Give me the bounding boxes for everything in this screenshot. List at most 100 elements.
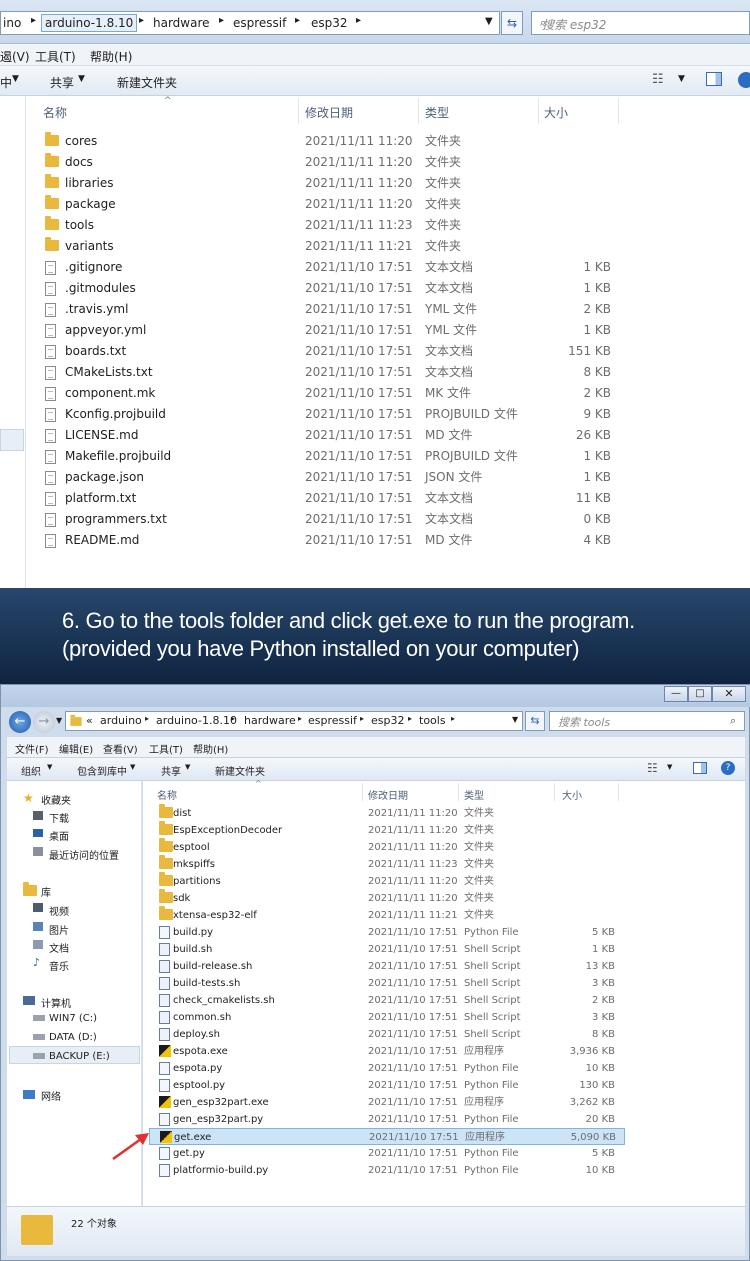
nav-drive-c[interactable]: WIN7 (C:) [49,1013,97,1024]
file-row[interactable]: package.json 2021/11/10 17:51 JSON 文件 1 KB [27,467,750,488]
top-address-bar[interactable]: ino ▸ arduino-1.8.10 ▸ hardware ▸ espres… [0,11,500,35]
bottom-crumb-3[interactable]: hardware [244,714,296,727]
nav-videos[interactable]: 视频 [49,903,69,918]
file-row[interactable]: platform.txt 2021/11/10 17:51 文本文档 11 KB [27,488,750,509]
file-row[interactable]: platformio-build.py 2021/11/10 17:51 Pytho… [143,1162,745,1179]
bottom-view-list-icon[interactable]: ☷ [647,761,658,775]
top-new-folder-button[interactable]: 新建文件夹 [117,74,177,91]
bottom-share-button[interactable]: 共享 [161,763,181,778]
top-menu-tools[interactable]: 工具(T) [35,48,76,65]
nav-pictures[interactable]: 图片 [49,922,69,937]
top-crumb-1[interactable]: arduino-1.8.10 [41,14,138,32]
nav-recent[interactable]: 最近访问的位置 [49,847,119,862]
nav-favorites[interactable]: 收藏夹 [41,792,71,807]
top-col-date[interactable]: 修改日期 [305,104,353,121]
nav-downloads[interactable]: 下载 [49,810,69,825]
bottom-col-date[interactable]: 修改日期 [368,787,408,802]
file-row[interactable]: .gitmodules 2021/11/10 17:51 文本文档 1 KB [27,278,750,299]
top-crumb-0[interactable]: ino [3,16,21,30]
top-nav-selected[interactable] [0,429,24,451]
nav-computer[interactable]: 计算机 [41,995,71,1010]
file-row[interactable]: Kconfig.projbuild 2021/11/10 17:51 PROJBUI… [27,404,750,425]
bottom-new-folder-button[interactable]: 新建文件夹 [215,763,265,778]
file-row[interactable]: .gitignore 2021/11/10 17:51 文本文档 1 KB [27,257,750,278]
maximize-button[interactable]: □ [688,686,712,702]
file-row[interactable]: tools 2021/11/11 11:23 文件夹 [27,215,750,236]
top-col-name[interactable]: 名称 [43,104,67,121]
file-row[interactable]: common.sh 2021/11/10 17:51 Shell Script 3 K… [143,1009,745,1026]
file-row[interactable]: build-tests.sh 2021/11/10 17:51 Shell Scri… [143,975,745,992]
bottom-crumb-6[interactable]: tools [419,714,446,727]
bottom-crumb-4[interactable]: espressif [308,714,357,727]
nav-drive-e[interactable]: BACKUP (E:) [49,1051,110,1062]
preview-pane-icon[interactable] [706,72,722,86]
file-row[interactable]: package 2021/11/11 11:20 文件夹 [27,194,750,215]
file-row[interactable]: dist 2021/11/11 11:20 文件夹 [143,804,745,822]
back-button[interactable]: ← [9,711,31,733]
file-row[interactable]: README.md 2021/11/10 17:51 MD 文件 4 KB [27,530,750,551]
nav-drive-d[interactable]: DATA (D:) [49,1032,97,1043]
bottom-crumb-5[interactable]: esp32 [371,714,404,727]
file-row[interactable]: get.py 2021/11/10 17:51 Python File 5 KB [143,1145,745,1162]
nav-libraries[interactable]: 库 [41,884,51,899]
bottom-address-chevron-icon[interactable]: ▼ [512,715,518,724]
bottom-crumb-0[interactable]: « [86,714,93,727]
close-button[interactable]: ✕ [712,686,746,702]
file-row[interactable]: programmers.txt 2021/11/10 17:51 文本文档 0 KB [27,509,750,530]
bottom-crumb-1[interactable]: arduino [100,714,142,727]
file-row[interactable]: EspExceptionDecoder 2021/11/11 11:20 文件夹 [143,821,745,839]
top-col-type[interactable]: 类型 [425,104,449,121]
file-row[interactable]: component.mk 2021/11/10 17:51 MK 文件 2 KB [27,383,750,404]
file-row[interactable]: deploy.sh 2021/11/10 17:51 Shell Script 8 K… [143,1026,745,1043]
bottom-view-chevron-icon[interactable]: ▼ [667,763,672,771]
file-row[interactable]: appveyor.yml 2021/11/10 17:51 YML 文件 1 KB [27,320,750,341]
menu-help[interactable]: 帮助(H) [193,741,228,756]
include-library-button[interactable]: 包含到库中 [77,763,127,778]
file-row[interactable]: build.py 2021/11/10 17:51 Python File 5 KB [143,924,745,941]
bottom-col-name[interactable]: 名称 [157,787,177,802]
top-menu-help[interactable]: 帮助(H) [90,48,132,65]
minimize-button[interactable]: — [664,686,688,702]
file-row[interactable]: CMakeLists.txt 2021/11/10 17:51 文本文档 8 KB [27,362,750,383]
file-row[interactable]: partitions 2021/11/11 11:20 文件夹 [143,872,745,890]
view-chevron-icon[interactable]: ▼ [678,74,685,84]
bottom-col-size[interactable]: 大小 [562,787,582,802]
top-share-button[interactable]: 共享 [50,74,74,91]
menu-view[interactable]: 查看(V) [103,741,138,756]
nav-history-chevron-icon[interactable]: ▼ [56,716,62,725]
bottom-search-box[interactable]: 搜索 tools ⌕ [549,711,745,731]
file-row[interactable]: docs 2021/11/11 11:20 文件夹 [27,152,750,173]
file-row[interactable]: build.sh 2021/11/10 17:51 Shell Script 1 KB [143,941,745,958]
menu-file[interactable]: 文件(F) [15,741,49,756]
nav-documents[interactable]: 文档 [49,940,69,955]
top-crumb-2[interactable]: hardware [153,16,210,30]
file-row[interactable]: LICENSE.md 2021/11/10 17:51 MD 文件 26 KB [27,425,750,446]
top-crumb-3[interactable]: espressif [233,16,286,30]
file-row[interactable]: gen_esp32part.exe 2021/11/10 17:51 应用程序 3,2… [143,1094,745,1111]
file-row[interactable]: libraries 2021/11/11 11:20 文件夹 [27,173,750,194]
file-row[interactable]: sdk 2021/11/11 11:20 文件夹 [143,889,745,907]
nav-desktop[interactable]: 桌面 [49,828,69,843]
forward-button[interactable]: → [33,711,55,733]
menu-tools[interactable]: 工具(T) [149,741,183,756]
nav-music[interactable]: 音乐 [49,958,69,973]
file-row[interactable]: cores 2021/11/11 11:20 文件夹 [27,131,750,152]
file-row[interactable]: espota.exe 2021/11/10 17:51 应用程序 3,936 KB [143,1043,745,1060]
top-crumb-4[interactable]: esp32 [311,16,348,30]
organize-button[interactable]: 组织 [21,763,41,778]
top-col-size[interactable]: 大小 [544,104,568,121]
file-row[interactable]: build-release.sh 2021/11/10 17:51 Shell Sc… [143,958,745,975]
bottom-crumb-2[interactable]: arduino-1.8.10 [156,714,237,727]
nav-network[interactable]: 网络 [41,1088,61,1103]
help-icon[interactable] [738,72,750,88]
menu-edit[interactable]: 编辑(E) [59,741,93,756]
file-row[interactable]: variants 2021/11/11 11:21 文件夹 [27,236,750,257]
bottom-preview-pane-icon[interactable] [693,762,707,774]
file-row[interactable]: xtensa-esp32-elf 2021/11/11 11:21 文件夹 [143,906,745,924]
top-chevron-down-icon[interactable]: ▼ [485,16,493,27]
top-toolbar-clip[interactable]: 中 [0,74,12,91]
bottom-refresh-button[interactable]: ⇆ [525,711,545,731]
file-row[interactable]: mkspiffs 2021/11/11 11:23 文件夹 [143,855,745,873]
top-menu-view[interactable]: 遏(V) [0,48,30,65]
bottom-col-type[interactable]: 类型 [464,787,484,802]
